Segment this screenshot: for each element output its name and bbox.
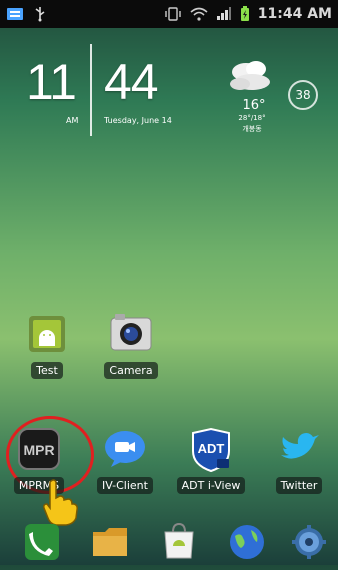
notification-icon [6, 7, 24, 21]
cloudy-icon [224, 58, 274, 98]
camera-icon [107, 310, 155, 358]
app-camera-label: Camera [104, 362, 158, 379]
browser-icon [223, 522, 271, 570]
dock-market[interactable] [144, 522, 214, 570]
app-twitter[interactable]: Twitter [264, 425, 334, 494]
app-iv-client[interactable]: IV-Client [90, 425, 160, 494]
status-time: 11:44 AM [257, 6, 332, 22]
dock-settings[interactable] [274, 522, 338, 570]
weather-location: 개봉동 [242, 125, 262, 133]
status-right: 11:44 AM [164, 6, 332, 22]
settings-icon [285, 522, 333, 570]
app-test-label: Test [31, 362, 63, 379]
adt-iview-icon: ADT [187, 425, 235, 473]
clock-ampm: AM [66, 116, 79, 125]
adt-logo-text: ADT [198, 441, 225, 456]
battery-level: 38 [295, 88, 311, 102]
weather-temperature: 16° [242, 98, 266, 113]
app-camera[interactable]: Camera [96, 310, 166, 379]
dock [0, 516, 338, 565]
clock-divider [90, 44, 92, 136]
weather-range: 28°/18° [238, 114, 266, 122]
battery-icon [240, 6, 250, 22]
app-iv-client-label: IV-Client [97, 477, 153, 494]
vibrate-icon [164, 7, 182, 21]
market-icon [155, 522, 203, 570]
folder-icon [87, 522, 135, 570]
dock-folder[interactable] [76, 522, 146, 570]
iv-client-icon [101, 425, 149, 473]
app-adt-iview-label: ADT i-View [176, 477, 246, 494]
twitter-icon [275, 425, 323, 473]
dock-phone[interactable] [8, 522, 78, 570]
wifi-icon [190, 7, 208, 21]
app-twitter-label: Twitter [275, 477, 323, 494]
battery-widget[interactable]: 38 [288, 80, 318, 110]
status-bar[interactable]: 11:44 AM [0, 0, 338, 28]
clock-hour: 11 [26, 54, 77, 110]
mprms-logo-text: MPR [23, 442, 54, 458]
clock-date: Tuesday, June 14 [104, 116, 172, 125]
app-test[interactable]: Test [12, 310, 82, 379]
signal-icon [216, 7, 232, 21]
mprms-icon: MPR [15, 425, 63, 473]
android-test-icon [23, 310, 71, 358]
usb-icon [34, 6, 46, 22]
dock-browser[interactable] [212, 522, 282, 570]
clock-minute: 44 [104, 54, 159, 110]
phone-icon [19, 522, 67, 570]
status-left [6, 6, 46, 22]
app-adt-iview[interactable]: ADT ADT i-View [176, 425, 246, 494]
